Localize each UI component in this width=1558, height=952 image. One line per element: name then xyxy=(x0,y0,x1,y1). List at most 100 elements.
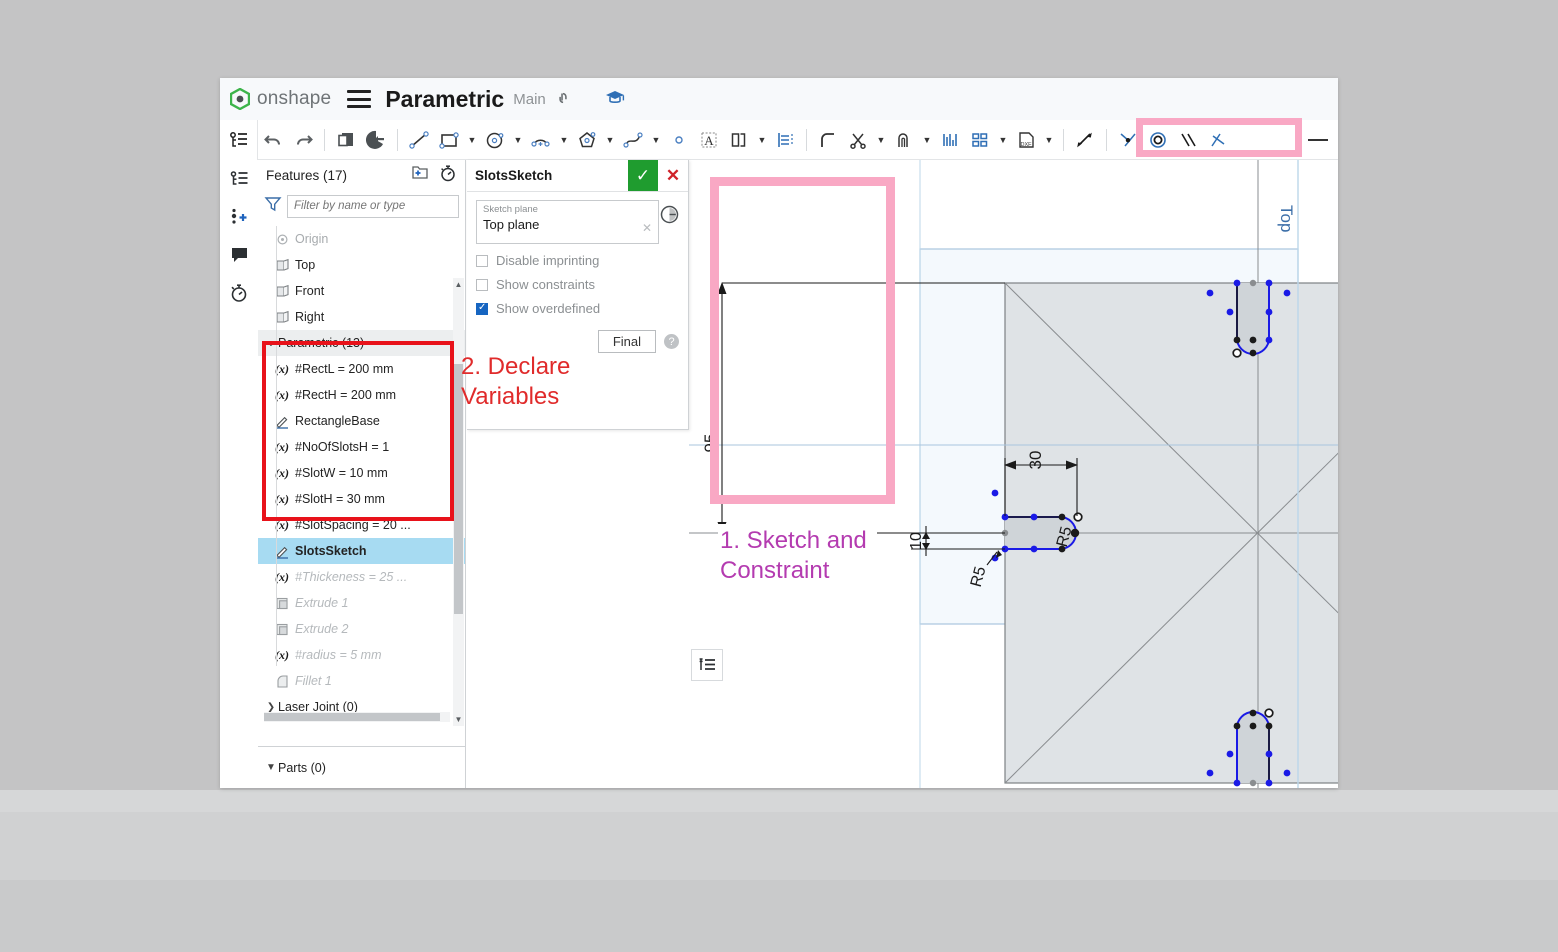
stopwatch-icon[interactable] xyxy=(439,164,457,187)
feature-item[interactable]: Extrude 2 xyxy=(258,616,465,642)
feature-tree-hscrollbar[interactable] xyxy=(264,712,450,722)
checkbox-show-constraints[interactable]: Show constraints xyxy=(476,277,679,292)
history-icon[interactable] xyxy=(220,274,258,312)
dxf-export-tool[interactable]: DXF xyxy=(1011,125,1041,155)
add-folder-icon[interactable] xyxy=(410,165,429,185)
feature-item[interactable]: Right xyxy=(258,304,465,330)
filter-icon[interactable] xyxy=(264,196,282,217)
sketch-plane-value: Top plane xyxy=(483,217,540,232)
variable-icon: (x) xyxy=(275,387,289,402)
clear-plane-icon[interactable]: ✕ xyxy=(642,221,652,235)
perpendicular-constraint[interactable] xyxy=(1203,125,1233,155)
copy-button[interactable] xyxy=(331,125,361,155)
construction-tool[interactable] xyxy=(965,125,995,155)
mirror-tool-chevron-down-icon[interactable]: ▼ xyxy=(754,125,770,155)
rectangle-tool-chevron-down-icon[interactable]: ▼ xyxy=(464,125,480,155)
redo-button[interactable] xyxy=(288,125,318,155)
feature-item[interactable]: Top xyxy=(258,252,465,278)
graduation-cap-icon[interactable] xyxy=(605,89,625,110)
minimize-icon[interactable] xyxy=(1308,138,1328,141)
workspace-name[interactable]: Main xyxy=(513,91,546,108)
add-part-studio-icon[interactable] xyxy=(220,198,258,236)
feature-item[interactable]: (x) #NoOfSlotsH = 1 xyxy=(258,434,465,460)
final-button[interactable]: Final xyxy=(597,330,656,353)
coincident-constraint[interactable] xyxy=(1113,125,1143,155)
clock-icon[interactable] xyxy=(659,204,680,230)
concentric-constraint[interactable] xyxy=(1143,125,1173,155)
feature-item[interactable]: Fillet 1 xyxy=(258,668,465,694)
feature-item[interactable]: Extrude 1 xyxy=(258,590,465,616)
fillet-tool[interactable] xyxy=(813,125,843,155)
feature-tree-icon[interactable] xyxy=(220,160,258,198)
checkbox-show-overdefined[interactable]: Show overdefined xyxy=(476,301,679,316)
feature-item[interactable]: (x) #RectH = 200 mm xyxy=(258,382,465,408)
mirror-tool[interactable] xyxy=(724,125,754,155)
sketch-plane-field[interactable]: Sketch plane Top plane ✕ xyxy=(476,200,659,244)
line-tool[interactable] xyxy=(404,125,434,155)
paste-view-button[interactable] xyxy=(361,125,391,155)
sketch-plane-label: Sketch plane xyxy=(483,204,538,215)
feature-item[interactable]: (x) #SlotW = 10 mm xyxy=(258,460,465,486)
fillet-icon xyxy=(272,674,292,689)
feature-group-parametric-13[interactable]: ⌄ Parametric (13) xyxy=(258,330,465,356)
feature-item[interactable]: (x) #SlotH = 30 mm xyxy=(258,486,465,512)
variable-icon: (x) xyxy=(275,647,289,662)
cancel-button[interactable]: ✕ xyxy=(658,160,688,191)
feature-item[interactable]: (x) #RectL = 200 mm xyxy=(258,356,465,382)
feature-tree[interactable]: Origin Top Front Right ⌄ Parametric (13) (x) #R… xyxy=(258,226,465,726)
linear-pattern-tool[interactable] xyxy=(770,125,800,155)
toolbar-divider xyxy=(324,128,325,151)
dimension-tool[interactable] xyxy=(1070,125,1100,155)
brand[interactable]: onshape xyxy=(229,87,331,111)
feature-list-toggle[interactable] xyxy=(220,119,258,160)
comment-icon[interactable] xyxy=(220,236,258,274)
offset-tool-chevron-down-icon[interactable]: ▼ xyxy=(919,125,935,155)
spline-tool[interactable] xyxy=(618,125,648,155)
feature-item[interactable]: (x) #Thickeness = 25 ... xyxy=(258,564,465,590)
polygon-tool[interactable] xyxy=(572,125,602,155)
spline-tool-chevron-down-icon[interactable]: ▼ xyxy=(648,125,664,155)
features-filter-input[interactable] xyxy=(287,194,459,218)
feature-item[interactable]: RectangleBase xyxy=(258,408,465,434)
point-tool[interactable] xyxy=(664,125,694,155)
arc-tool[interactable] xyxy=(526,125,556,155)
trim-tool-chevron-down-icon[interactable]: ▼ xyxy=(873,125,889,155)
feature-item-label: Fillet 1 xyxy=(295,674,332,688)
sketch-canvas[interactable]: 95 30 10 R5 R5 Top xyxy=(689,160,1338,788)
sketch-dialog-footer: Final ? xyxy=(476,330,679,353)
feature-item[interactable]: SlotsSketch xyxy=(258,538,465,564)
circle-tool-chevron-down-icon[interactable]: ▼ xyxy=(510,125,526,155)
arc-tool-chevron-down-icon[interactable]: ▼ xyxy=(556,125,572,155)
parallel-constraint[interactable] xyxy=(1173,125,1203,155)
sketch-list-icon[interactable] xyxy=(691,649,723,681)
checkbox-box[interactable] xyxy=(476,278,488,291)
rectangle-tool[interactable] xyxy=(434,125,464,155)
feature-tree-scrollbar[interactable]: ▲ ▼ xyxy=(453,278,464,726)
parts-section[interactable]: ▼ Parts (0) xyxy=(258,746,465,788)
feature-item-label: Top xyxy=(295,258,316,272)
link-icon[interactable] xyxy=(551,86,578,113)
circle-tool[interactable] xyxy=(480,125,510,155)
use-projection-tool[interactable] xyxy=(935,125,965,155)
checkbox-box[interactable] xyxy=(476,302,488,315)
graphics-area[interactable]: 95 30 10 R5 R5 Top xyxy=(689,160,1338,788)
feature-item[interactable]: (x) #radius = 5 mm xyxy=(258,642,465,668)
offset-tool[interactable] xyxy=(889,125,919,155)
feature-item[interactable]: Front xyxy=(258,278,465,304)
help-icon[interactable]: ? xyxy=(664,334,679,349)
polygon-tool-chevron-down-icon[interactable]: ▼ xyxy=(602,125,618,155)
trim-tool[interactable] xyxy=(843,125,873,155)
feature-item[interactable]: Origin xyxy=(258,226,465,252)
checkbox-box[interactable] xyxy=(476,254,488,267)
accept-button[interactable]: ✓ xyxy=(628,160,658,191)
text-tool[interactable]: A xyxy=(694,125,724,155)
dxf-export-tool-chevron-down-icon[interactable]: ▼ xyxy=(1041,125,1057,155)
scroll-down-arrow-icon[interactable]: ▼ xyxy=(453,713,464,726)
feature-item[interactable]: (x) #SlotSpacing = 20 ... xyxy=(258,512,465,538)
undo-button[interactable] xyxy=(258,125,288,155)
construction-tool-chevron-down-icon[interactable]: ▼ xyxy=(995,125,1011,155)
checkbox-disable-imprinting[interactable]: Disable imprinting xyxy=(476,253,679,268)
menu-icon[interactable] xyxy=(347,90,372,108)
scroll-up-arrow-icon[interactable]: ▲ xyxy=(453,278,464,291)
hscrollbar-thumb[interactable] xyxy=(264,713,440,721)
